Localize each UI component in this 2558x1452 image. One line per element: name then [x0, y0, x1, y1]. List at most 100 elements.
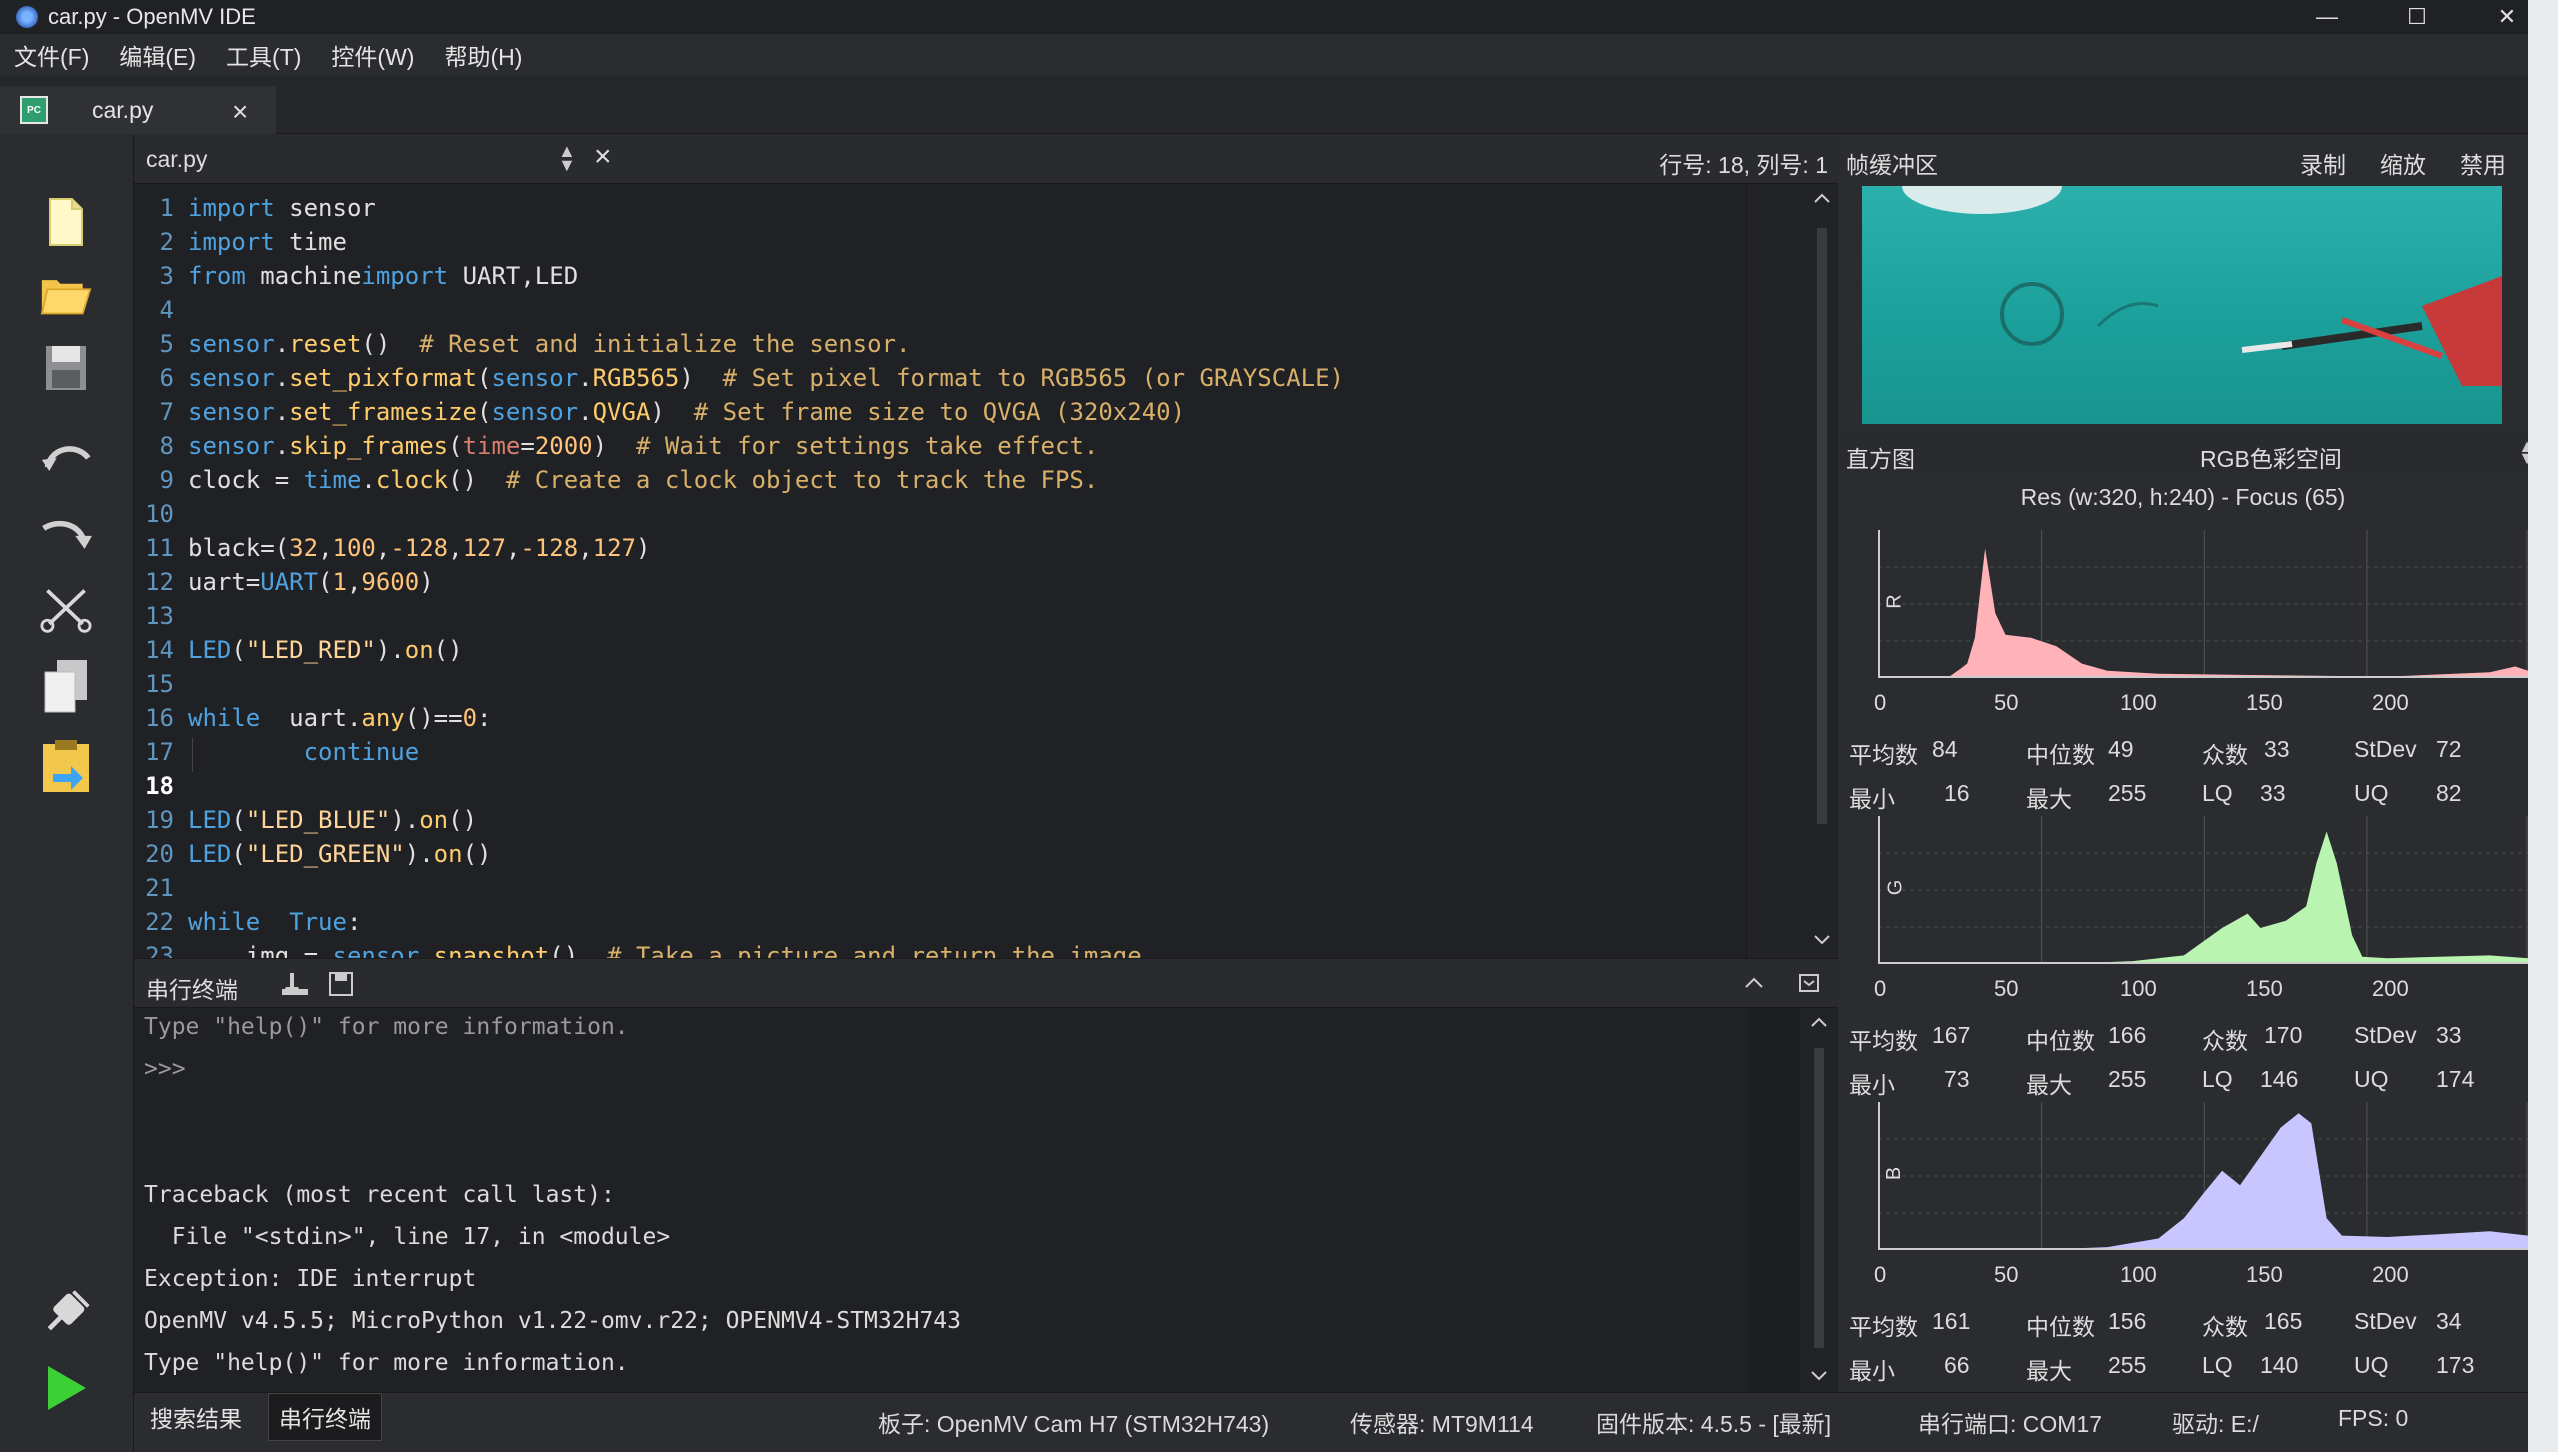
stat-uq: 174	[2436, 1066, 2475, 1092]
code-token: LED	[188, 636, 232, 664]
terminal-scrollbar[interactable]	[1800, 1008, 1838, 1392]
stat-lq-label: LQ	[2202, 1066, 2233, 1092]
code-token: QVGA	[592, 398, 651, 426]
cut-icon[interactable]	[40, 582, 92, 638]
colorspace-select[interactable]: RGB色彩空间	[2200, 440, 2342, 474]
sensor-status: 传感器: MT9M114	[1350, 1411, 1534, 1437]
scroll-down-icon	[1814, 935, 1830, 945]
frame-buffer-title: 帧缓冲区	[1846, 152, 1938, 178]
zoom-button[interactable]: 缩放	[2380, 146, 2426, 180]
record-button[interactable]: 录制	[2300, 146, 2346, 180]
code-token: sensor	[491, 398, 579, 426]
code-token: ,	[505, 534, 521, 562]
terminal-title: 串行终端	[146, 977, 238, 1003]
code-token: ()==	[404, 704, 463, 732]
axis-tick-label: 100	[2120, 690, 2157, 715]
maximize-button[interactable]: ☐	[2372, 0, 2462, 34]
code-token: ()	[462, 840, 492, 868]
line-number: 1	[159, 194, 174, 222]
menu-help[interactable]: 帮助(H)	[444, 38, 522, 72]
code-token: .	[578, 364, 593, 392]
terminal-line: Traceback (most recent call last):	[144, 1182, 615, 1208]
tab-serial-terminal[interactable]: 串行终端	[268, 1393, 382, 1441]
left-toolbar	[0, 134, 134, 1452]
code-token: UART	[260, 568, 319, 596]
code-token: # Set pixel format to RGB565 (or GRAYSCA…	[722, 364, 1344, 392]
code-token: # Wait for settings take effect.	[635, 432, 1099, 460]
line-number: 3	[159, 262, 174, 290]
paste-icon[interactable]	[40, 738, 92, 794]
code-editor[interactable]: 1 import sensor 2 import time 3 from machinei…	[134, 184, 1746, 958]
line-number: 23	[145, 942, 174, 958]
undo-icon[interactable]	[40, 430, 92, 486]
line-number: 4	[159, 296, 174, 324]
new-file-icon[interactable]	[40, 194, 92, 250]
collapse-terminal-icon[interactable]	[1744, 977, 1764, 989]
maximize-terminal-icon[interactable]	[1798, 973, 1820, 993]
code-token: RGB565	[592, 364, 680, 392]
editor-header: car.py ▲ ▼ × 行号: 18, 列号: 1	[134, 134, 1838, 184]
file-selector-arrows-icon[interactable]: ▲ ▼	[558, 142, 576, 174]
tab-car-py[interactable]: PC car.py ×	[0, 86, 276, 134]
editor-scrollbar[interactable]	[1746, 184, 1838, 958]
stat-stdev-label: StDev	[2354, 1022, 2417, 1048]
code-token: uart=	[188, 568, 261, 596]
code-token: ,	[448, 534, 463, 562]
code-token: ).	[390, 806, 420, 834]
code-token: ,	[375, 534, 391, 562]
code-token: .	[274, 432, 290, 460]
terminal-line: Type "help()" for more information.	[144, 1350, 629, 1376]
open-folder-icon[interactable]	[40, 266, 92, 322]
channel-label: B	[1883, 1166, 1906, 1181]
code-line: clock = time.clock() # Create a clock ob…	[188, 466, 1098, 494]
close-tab-icon[interactable]: ×	[232, 96, 248, 128]
editor-file-selector[interactable]: car.py	[146, 146, 207, 173]
code-token: (	[231, 806, 246, 834]
stat-max: 255	[2108, 1352, 2147, 1378]
stat-lq: 146	[2260, 1066, 2299, 1092]
code-token: 32	[289, 534, 319, 562]
connect-icon[interactable]	[40, 1284, 92, 1340]
firmware-status[interactable]: 固件版本: 4.5.5 - [最新]	[1596, 1405, 1831, 1439]
save-terminal-icon[interactable]	[328, 971, 354, 997]
serial-terminal-output[interactable]: Type "help()" for more information. >>> Tr…	[134, 1008, 1746, 1392]
code-token: -128	[520, 534, 579, 562]
close-editor-icon[interactable]: ×	[594, 140, 612, 174]
histogram-area	[1878, 1113, 2528, 1250]
stat-lq-label: LQ	[2202, 1352, 2233, 1378]
tab-search-results[interactable]: 搜索结果	[150, 1393, 242, 1441]
stat-uq-label: UQ	[2354, 1066, 2389, 1092]
redo-icon[interactable]	[40, 506, 92, 562]
code-token: clock	[375, 466, 449, 494]
minimize-button[interactable]: —	[2282, 0, 2372, 34]
axis-tick-label: 50	[1994, 690, 2019, 715]
run-icon[interactable]	[40, 1360, 92, 1416]
menu-edit[interactable]: 编辑(E)	[119, 38, 196, 72]
code-token: .	[274, 398, 290, 426]
disable-button[interactable]: 禁用	[2460, 146, 2506, 180]
stat-mode-label: 众数	[2202, 742, 2248, 768]
axis-tick-label: 50	[1994, 976, 2019, 1001]
code-token: (	[231, 636, 246, 664]
desktop-edge	[2528, 0, 2558, 1452]
menu-widgets[interactable]: 控件(W)	[331, 38, 414, 72]
code-token: ,	[318, 534, 333, 562]
stat-median-label: 中位数	[2026, 1314, 2095, 1340]
stat-max: 255	[2108, 1066, 2147, 1092]
axis-tick-label: 100	[2120, 976, 2157, 1001]
axis-tick-label: 150	[2246, 1262, 2283, 1287]
code-token: time	[289, 228, 347, 256]
stat-stdev-label: StDev	[2354, 1308, 2417, 1334]
menu-tools[interactable]: 工具(T)	[226, 38, 301, 72]
code-token: (	[318, 568, 333, 596]
code-token: import	[188, 194, 275, 222]
line-number: 10	[145, 500, 174, 528]
copy-icon[interactable]	[40, 658, 92, 714]
menu-bar: 文件(F) 编辑(E) 工具(T) 控件(W) 帮助(H)	[0, 34, 2558, 76]
clear-terminal-icon[interactable]	[280, 971, 310, 997]
code-token: sensor	[188, 432, 275, 460]
save-icon[interactable]	[40, 340, 92, 396]
stat-lq: 140	[2260, 1352, 2299, 1378]
menu-file[interactable]: 文件(F)	[14, 38, 89, 72]
